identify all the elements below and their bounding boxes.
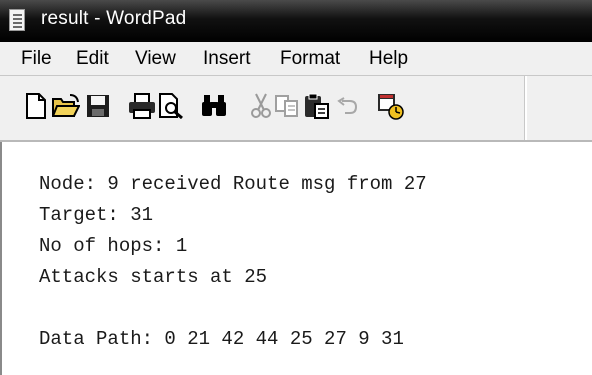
- toolbar-separator: [524, 76, 527, 140]
- document-line-hops: No of hops: 1: [39, 235, 188, 257]
- document-area[interactable]: Node: 9 received Route msg from 27 Targe…: [0, 142, 592, 375]
- wordpad-document-icon: [9, 9, 25, 31]
- cut-scissors-icon[interactable]: [247, 92, 275, 120]
- menu-help[interactable]: Help: [369, 48, 408, 70]
- document-border: [0, 142, 2, 375]
- paste-clipboard-icon[interactable]: [303, 92, 331, 120]
- save-disk-icon[interactable]: [84, 92, 112, 120]
- menu-bar: File Edit View Insert Format Help: [0, 42, 592, 76]
- toolbar: [0, 76, 592, 142]
- menu-file[interactable]: File: [21, 48, 52, 70]
- menu-edit[interactable]: Edit: [76, 48, 109, 70]
- menu-view[interactable]: View: [135, 48, 176, 70]
- find-binoculars-icon[interactable]: [200, 92, 228, 120]
- undo-icon[interactable]: [333, 92, 361, 120]
- document-line-target: Target: 31: [39, 204, 154, 226]
- print-preview-icon[interactable]: [157, 92, 185, 120]
- document-line-attack: Attacks starts at 25: [39, 266, 268, 288]
- insert-date-time-icon[interactable]: [376, 92, 404, 120]
- copy-icon[interactable]: [273, 92, 301, 120]
- open-folder-icon[interactable]: [52, 92, 80, 120]
- menu-format[interactable]: Format: [280, 48, 340, 70]
- new-document-icon[interactable]: [22, 92, 50, 120]
- title-bar[interactable]: result - WordPad: [0, 0, 592, 42]
- document-line-node: Node: 9 received Route msg from 27: [39, 173, 427, 195]
- print-icon[interactable]: [128, 92, 156, 120]
- document-line-data-path: Data Path: 0 21 42 44 25 27 9 31: [39, 328, 404, 350]
- window-title: result - WordPad: [41, 8, 187, 29]
- menu-insert[interactable]: Insert: [203, 48, 251, 70]
